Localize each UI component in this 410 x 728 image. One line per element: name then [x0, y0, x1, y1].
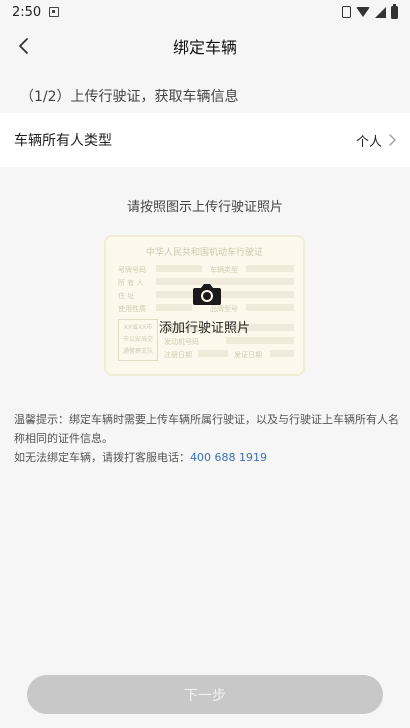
status-bar: 2:50	[0, 0, 410, 24]
owner-type-value: 个人	[355, 134, 382, 150]
license-field-bar	[156, 304, 192, 311]
step-indicator: （1/2）上传行驶证，获取车辆信息	[20, 89, 239, 105]
tip-contact-prefix: 如无法绑定车辆，请拨打客服电话：	[14, 451, 190, 464]
license-card-title: 中华人民共和国机动车行驶证	[145, 248, 263, 258]
license-field-label: 使用性质	[118, 305, 146, 313]
status-time: 2:50	[12, 4, 42, 20]
tip-contact: 如无法绑定车辆，请拨打客服电话：400 688 1919	[14, 448, 400, 467]
owner-type-selector[interactable]: 个人	[356, 131, 396, 150]
tips-section: 温馨提示：绑定车辆时需要上传车辆所属行驶证，以及与行驶证上车辆所有人名称相同的证…	[14, 410, 400, 467]
chevron-right-icon	[389, 134, 396, 146]
page-title: 绑定车辆	[172, 38, 237, 57]
license-field-bar	[156, 265, 202, 272]
license-field-bar	[270, 350, 294, 357]
license-field-bar	[226, 337, 294, 344]
license-field-bar	[156, 291, 294, 298]
owner-type-label: 车辆所有人类型	[14, 133, 112, 149]
license-field-bar	[198, 350, 228, 357]
chevron-left-icon	[19, 38, 28, 54]
upload-hint: 请按照图示上传行驶证照片	[126, 200, 283, 215]
license-field-label: 发动机号码	[164, 338, 199, 346]
camera-icon[interactable]	[192, 281, 222, 307]
license-field-label: 号牌号码	[118, 266, 146, 274]
notification-icon	[49, 7, 60, 17]
add-license-photo-label: 添加行驶证照片	[158, 321, 250, 336]
license-upload-card[interactable]: 中华人民共和国机动车行驶证 号牌号码 车辆类型 所 有 人 住 址 使用性质 品…	[104, 235, 305, 376]
license-field-bar	[156, 278, 294, 285]
back-button[interactable]	[10, 33, 36, 59]
vibrate-icon	[342, 6, 351, 18]
service-phone-link[interactable]: 400 688 1919	[190, 451, 267, 464]
battery-icon	[391, 3, 398, 19]
license-field-label: 发证日期	[234, 351, 262, 359]
next-button[interactable]: 下一步	[27, 675, 383, 714]
license-field-bar	[246, 304, 294, 311]
license-field-label: 住 址	[118, 292, 135, 300]
license-field-label: 所 有 人	[118, 279, 144, 287]
license-field-label: 注册日期	[164, 351, 192, 359]
signal-icon	[375, 6, 386, 18]
wifi-icon	[356, 7, 370, 17]
tip-text: 温馨提示：绑定车辆时需要上传车辆所属行驶证，以及与行驶证上车辆所有人名称相同的证…	[14, 413, 399, 445]
owner-type-row[interactable]: 车辆所有人类型 个人	[0, 113, 410, 167]
status-icons	[342, 3, 398, 19]
nav-bar: 绑定车辆	[0, 24, 410, 68]
license-field-bar	[246, 265, 294, 272]
license-field-label: 车辆类型	[210, 266, 238, 274]
